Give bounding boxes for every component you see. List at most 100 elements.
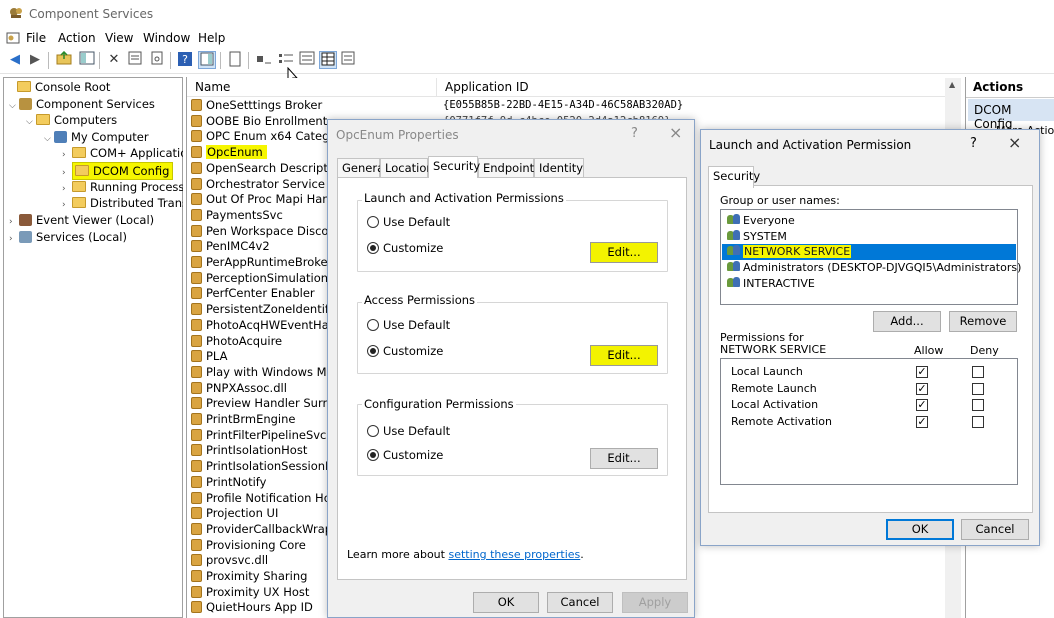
list-item[interactable]: Proximity UX Host — [191, 585, 331, 601]
show-hide-tree-icon[interactable] — [78, 51, 96, 69]
list-item[interactable]: PrintBrmEngine — [191, 412, 331, 428]
remove-button[interactable]: Remove — [949, 311, 1017, 332]
list-item[interactable]: PrintFilterPipelineSvc — [191, 428, 331, 444]
user-item-administrators[interactable]: Administrators (DESKTOP-DJVGQI5\Administ… — [727, 260, 1021, 276]
column-header-app-id[interactable]: Application ID — [437, 78, 947, 97]
help-icon[interactable]: ? — [176, 51, 194, 69]
list-item[interactable]: Orchestrator Service — [191, 177, 331, 193]
edit-configuration-permissions-button[interactable]: Edit... — [590, 448, 658, 469]
list-item[interactable]: QuietHours App ID — [191, 600, 331, 616]
list-item[interactable]: PrintNotify — [191, 475, 331, 491]
tree-item-computers[interactable]: ⌵ Computers — [26, 112, 117, 128]
apply-button[interactable]: Apply — [622, 592, 688, 613]
menu-help[interactable]: Help — [198, 31, 225, 45]
list-item[interactable]: Provisioning Core — [191, 538, 331, 554]
cancel-button[interactable]: Cancel — [547, 592, 613, 613]
user-item-everyone[interactable]: Everyone — [727, 213, 795, 229]
menu-view[interactable]: View — [105, 31, 133, 45]
tab-location[interactable]: Location — [380, 158, 434, 178]
list-item[interactable]: PhotoAcquire — [191, 334, 331, 350]
tree-item-my-computer[interactable]: ⌵ My Computer — [44, 129, 149, 145]
list-item[interactable]: OpcEnum — [191, 145, 331, 161]
help-button[interactable]: ? — [631, 126, 638, 141]
list-item[interactable]: PerfCenter Enabler — [191, 286, 331, 302]
list-item[interactable]: Projection UI — [191, 506, 331, 522]
menu-action[interactable]: Action — [58, 31, 96, 45]
forward-icon[interactable]: ▶ — [26, 51, 44, 69]
deny-checkbox[interactable] — [972, 416, 984, 429]
tab-security[interactable]: Security — [708, 166, 760, 188]
expand-chevron-icon[interactable]: › — [9, 231, 19, 247]
add-button[interactable]: Add... — [873, 311, 941, 332]
deny-checkbox[interactable] — [972, 366, 984, 378]
list-item[interactable]: OneSetttings Broker — [191, 98, 331, 114]
list-item[interactable]: Pen Workspace Discover — [191, 224, 331, 240]
expand-chevron-icon[interactable]: › — [62, 181, 72, 195]
scroll-up-icon[interactable]: ▲ — [949, 80, 955, 89]
list-item[interactable]: PLA — [191, 349, 331, 365]
tree-item-distributed-transaction[interactable]: › Distributed Transa — [62, 195, 183, 211]
customize-radio[interactable] — [367, 345, 379, 357]
list-item[interactable]: PaymentsSvc — [191, 208, 331, 224]
expand-chevron-icon[interactable]: ⌵ — [9, 98, 19, 114]
tree-item-com-applications[interactable]: › COM+ Applicatio — [62, 145, 183, 161]
expand-chevron-icon[interactable]: › — [62, 147, 72, 161]
user-item-interactive[interactable]: INTERACTIVE — [727, 276, 815, 292]
list-item[interactable]: PerAppRuntimeBroker — [191, 255, 331, 271]
large-icons-icon[interactable] — [255, 51, 273, 69]
console-icon[interactable] — [6, 31, 20, 48]
tree-item-dcom-config[interactable]: › DCOM Config — [62, 162, 174, 180]
tab-endpoints[interactable]: Endpoints — [478, 158, 540, 178]
list-item[interactable]: OpenSearch Description — [191, 161, 331, 177]
list-item[interactable]: ProviderCallbackWrappe — [191, 522, 331, 538]
detail-view-icon[interactable] — [319, 51, 337, 69]
document-icon[interactable] — [226, 51, 244, 69]
customize-radio[interactable] — [367, 449, 379, 461]
allow-checkbox[interactable]: ✓ — [916, 382, 928, 395]
tab-identity[interactable]: Identity — [534, 158, 584, 178]
list-item[interactable]: Proximity Sharing — [191, 569, 331, 585]
list-item[interactable]: PerceptionSimulation — [191, 271, 331, 287]
back-icon[interactable]: ◀ — [6, 51, 24, 69]
ok-button[interactable]: OK — [473, 592, 539, 613]
list-view-icon[interactable] — [298, 51, 316, 69]
use-default-radio[interactable] — [367, 319, 379, 331]
properties-icon[interactable] — [126, 51, 144, 69]
list-item[interactable]: OOBE Bio Enrollment — [191, 114, 331, 130]
tree-item-component-services[interactable]: ⌵ Component Services — [9, 96, 155, 112]
actions-dcom-config[interactable]: DCOM Config — [968, 99, 1054, 131]
customize-radio[interactable] — [367, 242, 379, 254]
ok-button[interactable]: OK — [886, 519, 954, 540]
list-item[interactable]: PrintIsolationSessionHos — [191, 459, 331, 475]
use-default-radio[interactable] — [367, 425, 379, 437]
expand-chevron-icon[interactable]: ⌵ — [44, 131, 54, 147]
tab-general[interactable]: General — [337, 158, 387, 178]
export-list-icon[interactable] — [148, 51, 166, 69]
list-item[interactable]: PersistentZoneIdentifier — [191, 302, 331, 318]
allow-checkbox[interactable]: ✓ — [916, 416, 928, 429]
list-item[interactable]: PrintIsolationHost — [191, 443, 331, 459]
list-item[interactable]: PNPXAssoc.dll — [191, 381, 331, 397]
user-item-network-service[interactable]: NETWORK SERVICE — [722, 244, 1016, 260]
list-item[interactable]: Play with Windows Medi — [191, 365, 331, 381]
tree-item-console-root[interactable]: Console Root — [7, 79, 110, 95]
allow-checkbox[interactable]: ✓ — [916, 399, 928, 412]
list-item[interactable]: Preview Handler Surroga — [191, 396, 331, 412]
close-button[interactable]: × — [669, 123, 682, 142]
expand-chevron-icon[interactable]: › — [62, 197, 72, 211]
list-item[interactable]: Profile Notification Host — [191, 491, 331, 507]
tree-item-services[interactable]: › Services (Local) — [9, 229, 127, 245]
expand-chevron-icon[interactable]: › — [9, 214, 19, 230]
status-view-icon[interactable] — [340, 51, 358, 69]
deny-checkbox[interactable] — [972, 399, 984, 412]
help-button[interactable]: ? — [970, 136, 977, 151]
list-item[interactable]: Out Of Proc Mapi Handle — [191, 192, 331, 208]
allow-checkbox[interactable]: ✓ — [916, 366, 928, 378]
show-action-pane-icon[interactable] — [198, 51, 216, 69]
column-header-name[interactable]: Name — [187, 78, 437, 97]
up-folder-icon[interactable] — [55, 50, 73, 69]
list-item[interactable]: provsvc.dll — [191, 553, 331, 569]
edit-access-permissions-button[interactable]: Edit... — [590, 345, 658, 366]
deny-checkbox[interactable] — [972, 382, 984, 395]
tree-item-running-processes[interactable]: › Running Processe — [62, 179, 183, 195]
